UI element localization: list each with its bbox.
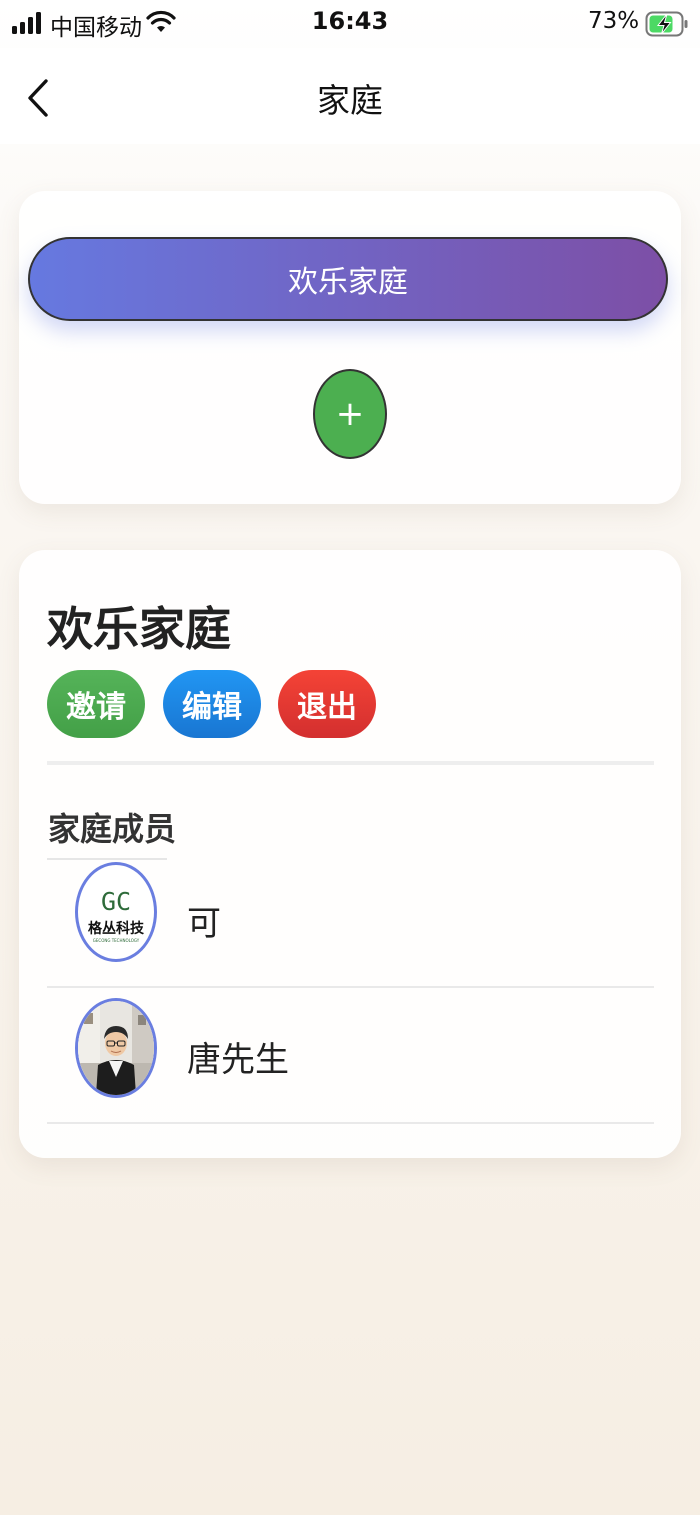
members-section-title: 家庭成员 [48,810,177,848]
family-selector-card: 欢乐家庭 + [19,191,681,504]
member-name: 可 [187,904,221,944]
family-detail-card: 欢乐家庭 邀请 编辑 退出 家庭成员 GC 格丛科技 GECONG TECHNO… [19,550,681,1158]
edit-button[interactable]: 编辑 [163,670,261,738]
family-tab-selected[interactable]: 欢乐家庭 [28,237,668,321]
exit-button[interactable]: 退出 [278,670,376,738]
avatar: GC 格丛科技 GECONG TECHNOLOGY [75,862,157,962]
invite-button[interactable]: 邀请 [47,670,145,738]
page-title: 家庭 [317,81,383,120]
battery-percent: 73% [588,8,640,34]
svg-text:GC: GC [101,887,131,916]
add-family-button[interactable]: + [313,369,387,459]
row-divider [47,1122,654,1124]
divider [47,761,654,765]
company-logo-image: GC 格丛科技 GECONG TECHNOLOGY [88,887,145,943]
status-bar: 中国移动 16:43 73% [0,0,700,48]
battery-charging-icon [645,11,688,37]
svg-text:格丛科技: 格丛科技 [88,920,145,937]
svg-text:GECONG TECHNOLOGY: GECONG TECHNOLOGY [93,938,140,943]
navigation-bar: 家庭 [0,48,700,144]
member-name: 唐先生 [187,1040,289,1080]
avatar [75,998,157,1098]
family-name: 欢乐家庭 [47,602,231,656]
person-photo [78,1001,154,1095]
member-item[interactable]: GC 格丛科技 GECONG TECHNOLOGY 可 [47,852,654,988]
member-item[interactable]: 唐先生 [47,988,654,1124]
